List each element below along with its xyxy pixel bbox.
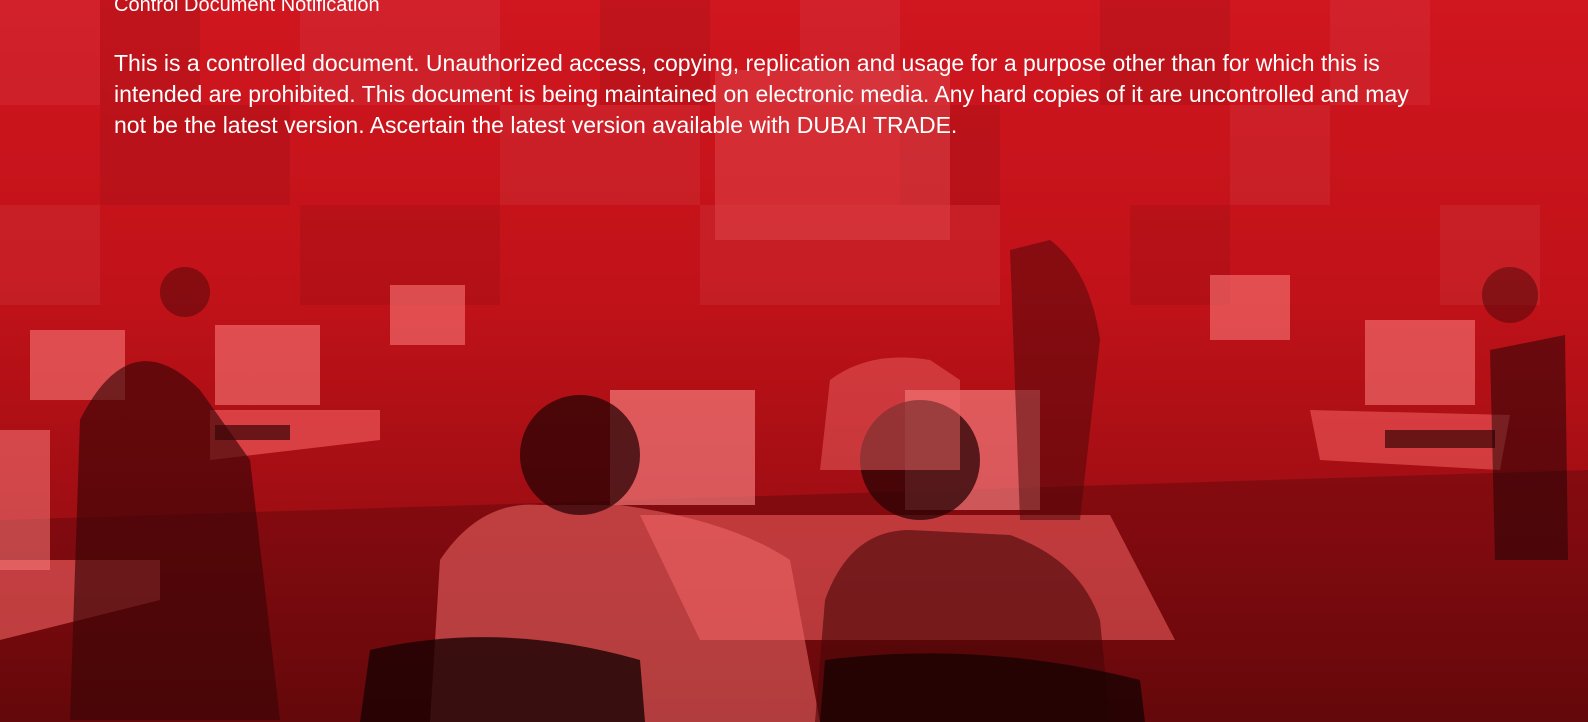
person-head xyxy=(160,267,210,317)
keyboard xyxy=(1385,430,1495,448)
person-silhouette xyxy=(820,357,960,470)
person-head xyxy=(1482,267,1538,323)
person-head xyxy=(520,395,640,515)
monitor xyxy=(390,285,465,345)
person-silhouette xyxy=(1010,240,1100,520)
monitor xyxy=(0,430,50,570)
monitor xyxy=(1210,275,1290,340)
chair xyxy=(1490,335,1568,560)
monitor xyxy=(1365,320,1475,405)
page-title: Control Document Notification xyxy=(114,0,380,16)
monitor xyxy=(215,325,320,405)
control-notice-text: This is a controlled document. Unauthori… xyxy=(114,50,1409,138)
document-page: Control Document Notification This is a … xyxy=(0,0,1588,722)
